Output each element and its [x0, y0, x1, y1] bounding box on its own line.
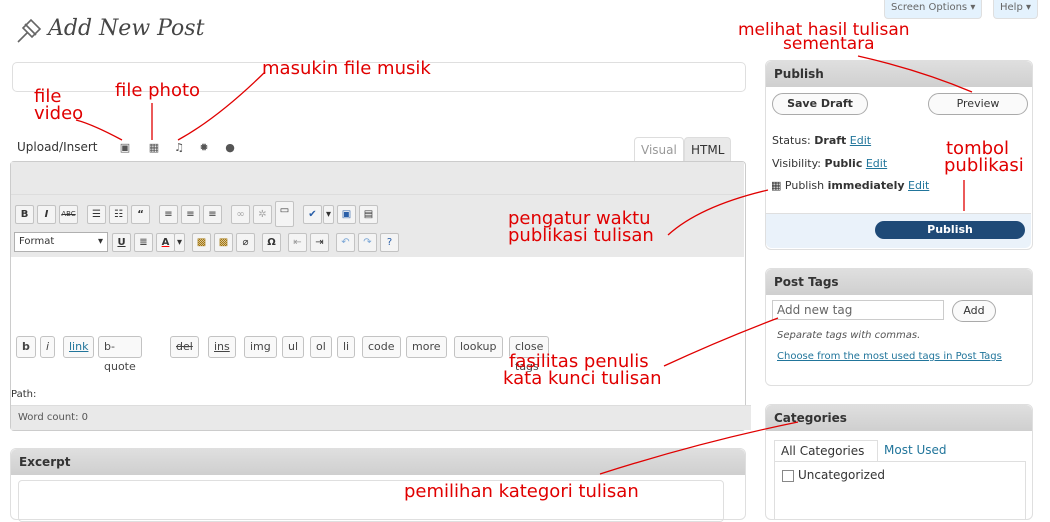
annotation-tags: fasilitas penulis kata kunci tulisan	[503, 351, 662, 389]
annotation-publish: tombol publikasi	[944, 138, 1024, 176]
annotation-category: pemilihan kategori tulisan	[404, 481, 639, 502]
annotation-lines	[75, 55, 973, 475]
annotation-music: masukin file musik	[262, 58, 431, 79]
annotation-file-photo: file photo	[115, 80, 201, 101]
annotation-schedule: pengatur waktu publikasi tulisan	[508, 208, 654, 246]
annotation-file-video: file video	[34, 86, 84, 124]
annotation-preview: melihat hasil tulisan sementara	[738, 20, 910, 54]
